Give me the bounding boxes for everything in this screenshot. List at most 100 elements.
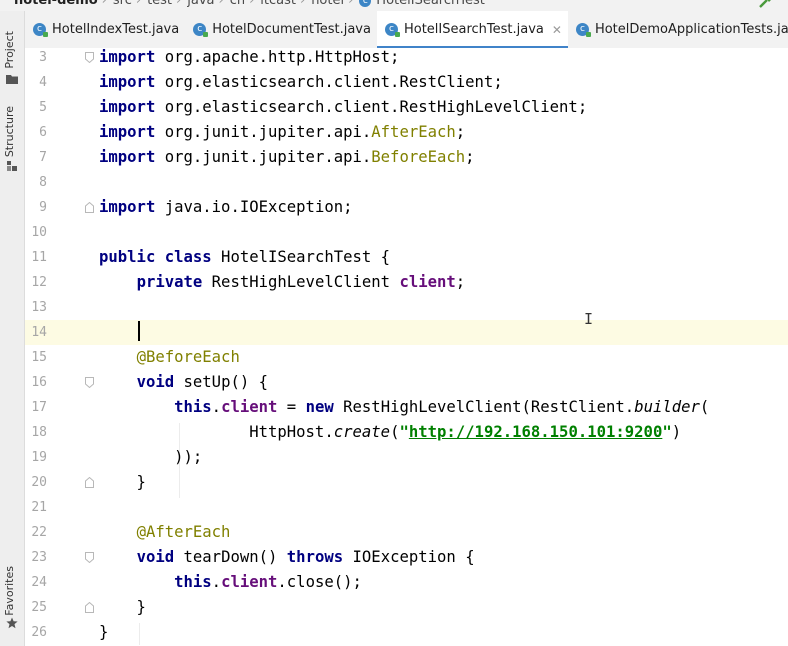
breadcrumb-separator: › [135, 0, 142, 8]
code-text: this.client.close(); [174, 573, 362, 591]
line-number: 8 [39, 175, 47, 190]
fold-marker-icon[interactable] [85, 552, 94, 563]
java-class-icon: c [33, 23, 48, 37]
code-line[interactable]: 7 import org.junit.jupiter.api.BeforeEach… [25, 145, 788, 170]
code-text: this.client = new RestHighLevelClient(Re… [174, 398, 710, 416]
code-line[interactable]: 8 [25, 170, 788, 195]
code-editor[interactable]: 3 import org.apache.http.HttpHost; 4 import… [25, 48, 788, 646]
code-line[interactable]: 19 )); [25, 445, 788, 470]
breadcrumb-item[interactable]: itcast [260, 0, 296, 8]
fold-marker-icon[interactable] [85, 52, 94, 63]
code-line[interactable]: 23 void tearDown() throws IOException { [25, 545, 788, 570]
breadcrumb-item[interactable]: hotel [311, 0, 344, 8]
breadcrumb: hotel-demo › src › test › java › cn › itcast › hotel… [14, 0, 489, 8]
code-line[interactable]: 20 } [25, 470, 788, 495]
navigation-breadcrumb: hotel-demo › src › test › java › cn › itcast › hotel… [0, 0, 788, 11]
code-line[interactable]: 24 this.client.close(); [25, 570, 788, 595]
code-text: import org.apache.http.HttpHost; [99, 48, 400, 66]
structure-tool-tab[interactable]: Structure [3, 106, 16, 157]
editor-tab-active[interactable]: c HotelISearchTest.java ✕ [376, 11, 568, 48]
code-line[interactable]: 22 @AfterEach [25, 520, 788, 545]
code-line[interactable]: 17 this.client = new RestHighLevelClient… [25, 395, 788, 420]
tab-label: HotelDocumentTest.java [212, 22, 371, 37]
breadcrumb-item[interactable]: hotel-demo [14, 0, 98, 8]
favorites-tool-tab[interactable]: Favorites [3, 566, 16, 616]
code-line[interactable]: 13 [25, 295, 788, 320]
code-text: private RestHighLevelClient client; [136, 273, 466, 291]
fold-marker-icon[interactable] [85, 477, 94, 488]
code-line[interactable]: 26} [25, 620, 788, 645]
code-line[interactable]: 3 import org.apache.http.HttpHost; [25, 45, 788, 70]
mouse-ibeam-cursor: I [584, 310, 594, 328]
java-class-icon: c [359, 0, 372, 7]
code-line[interactable]: 15 @BeforeEach [25, 345, 788, 370]
code-line[interactable]: 6 import org.junit.jupiter.api.AfterEach; [25, 120, 788, 145]
code-text: import org.elasticsearch.client.RestClie… [99, 73, 503, 91]
code-line[interactable]: 4 import org.elasticsearch.client.RestCli… [25, 70, 788, 95]
breadcrumb-separator: › [299, 0, 306, 8]
code-line[interactable]: 18 HttpHost.create("http://192.168.150.1… [25, 420, 788, 445]
folder-icon[interactable] [6, 73, 18, 85]
line-number: 16 [31, 375, 47, 390]
code-text: @AfterEach [136, 523, 231, 541]
breadcrumb-separator: › [249, 0, 255, 8]
line-number: 23 [31, 550, 47, 565]
code-text: import org.junit.jupiter.api.BeforeEach; [99, 148, 475, 166]
close-tab-icon[interactable]: ✕ [552, 23, 562, 37]
code-text: @BeforeEach [136, 348, 240, 366]
fold-marker-icon[interactable] [85, 602, 94, 613]
line-number: 5 [39, 100, 47, 115]
line-number: 13 [31, 300, 47, 315]
line-number: 19 [31, 450, 47, 465]
project-tool-tab[interactable]: Project [3, 31, 16, 69]
line-number: 7 [39, 150, 47, 165]
breadcrumb-item[interactable]: test [147, 0, 172, 8]
code-line[interactable]: 12 private RestHighLevelClient client; [25, 270, 788, 295]
editor-tab[interactable]: c HotelDemoApplicationTests.java [568, 11, 788, 48]
java-class-icon: c [193, 23, 209, 37]
code-text: public class HotelISearchTest { [99, 248, 391, 266]
breadcrumb-item[interactable]: java [187, 0, 214, 8]
code-line[interactable]: 5 import org.elasticsearch.client.RestHig… [25, 95, 788, 120]
code-line[interactable]: 10 [25, 220, 788, 245]
breadcrumb-item[interactable]: src [113, 0, 132, 8]
line-number: 26 [31, 625, 47, 640]
code-text: HttpHost.create("http://192.168.150.101:… [99, 423, 682, 441]
code-text: import org.junit.jupiter.api.AfterEach; [99, 123, 466, 141]
line-number: 22 [31, 525, 47, 540]
hammer-build-icon[interactable] [758, 0, 774, 8]
line-number: 21 [31, 500, 47, 515]
code-line[interactable]: 16 void setUp() { [25, 370, 788, 395]
editor-tab[interactable]: c HotelIndexTest.java [25, 11, 185, 48]
code-line[interactable]: 9 import java.io.IOException; [25, 195, 788, 220]
fold-marker-icon[interactable] [85, 202, 94, 213]
line-number: 11 [31, 250, 47, 265]
structure-icon[interactable] [6, 160, 18, 172]
code-text: import org.elasticsearch.client.RestHigh… [99, 98, 588, 116]
tab-label: HotelISearchTest.java [403, 22, 544, 37]
line-number: 10 [31, 225, 47, 240]
code-line[interactable]: 11 public class HotelISearchTest { [25, 245, 788, 270]
breadcrumb-item[interactable]: HotelISearchTest [376, 0, 485, 8]
line-number: 12 [31, 275, 47, 290]
code-line[interactable]: 21 [25, 495, 788, 520]
breadcrumb-separator: › [348, 0, 354, 8]
line-number: 24 [31, 575, 47, 590]
line-number: 9 [39, 200, 47, 215]
line-number: 4 [39, 75, 47, 90]
code-text: )); [99, 448, 203, 466]
star-icon[interactable] [6, 617, 18, 629]
tool-window-strip: Project Structure Favorites [0, 11, 25, 646]
java-class-icon: c [384, 23, 400, 37]
code-text: } [99, 473, 146, 491]
line-number: 14 [31, 325, 47, 340]
editor-tab[interactable]: c HotelDocumentTest.java [185, 11, 377, 48]
breadcrumb-item[interactable]: cn [230, 0, 245, 8]
text-caret [138, 321, 140, 341]
code-line[interactable]: 25 } [25, 595, 788, 620]
line-number: 17 [31, 400, 47, 415]
code-text: } [99, 623, 109, 641]
code-text: void setUp() { [136, 373, 269, 391]
fold-marker-icon[interactable] [85, 377, 94, 388]
breadcrumb-separator: › [176, 0, 182, 8]
